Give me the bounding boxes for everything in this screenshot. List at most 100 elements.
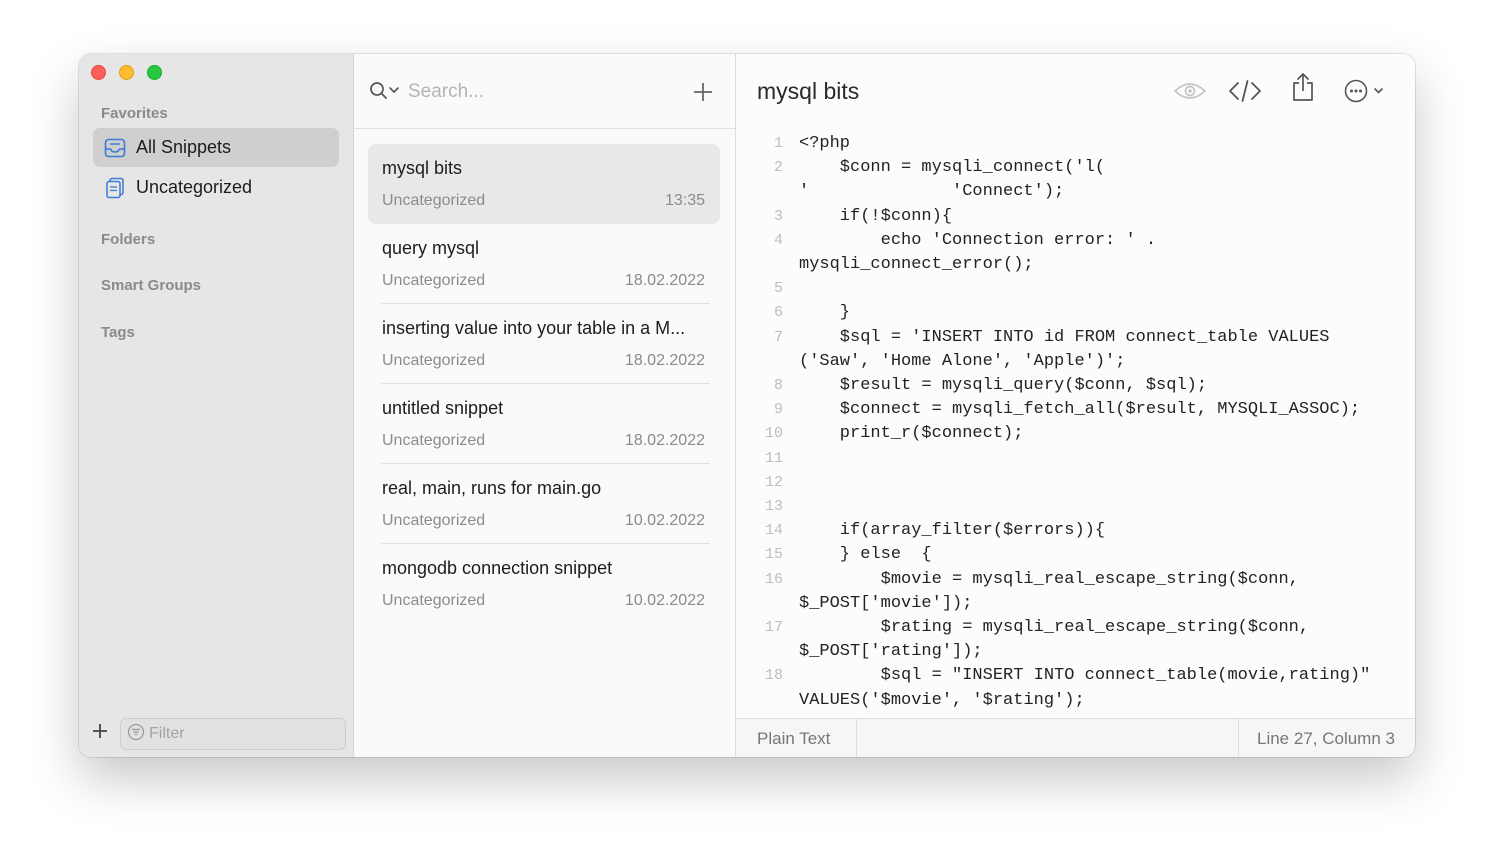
code-line: 12 <box>736 471 1415 495</box>
line-number <box>736 253 783 277</box>
smart-groups-section-label[interactable]: Smart Groups <box>101 277 201 294</box>
code-text: $sql = 'INSERT INTO id FROM connect_tabl… <box>799 327 1330 347</box>
code-text: $movie = mysqli_real_escape_string($conn… <box>799 569 1299 589</box>
line-number <box>736 689 783 710</box>
line-number: 11 <box>764 449 783 467</box>
share-button[interactable] <box>1291 73 1315 101</box>
line-number: 8 <box>773 377 783 395</box>
snippet-list-item[interactable]: real, main, runs for main.go Uncategoriz… <box>368 464 720 544</box>
code-text: $result = mysqli_query($conn, $sql); <box>799 376 1208 396</box>
snippet-date: 10.02.2022 <box>624 512 705 529</box>
snippet-title: real, main, runs for main.go <box>382 478 602 498</box>
code-line: 6 } <box>736 301 1415 325</box>
editor-pane: mysql bits 1 <?php 2 $conn = mysqli_conn… <box>736 54 1415 757</box>
code-line: 16 $movie = mysqli_real_escape_string($c… <box>736 568 1415 592</box>
code-line: 9 $connect = mysqli_fetch_all($result, M… <box>736 398 1415 422</box>
snippet-title: inserting value into your table in a M..… <box>382 318 686 338</box>
tags-section-label[interactable]: Tags <box>101 324 135 341</box>
search-input[interactable] <box>408 78 658 106</box>
code-line: VALUES('$movie', '$rating'); <box>736 689 1415 710</box>
sidebar: Favorites All Snippets Uncategorized Fol… <box>79 54 354 757</box>
code-line: ('Saw', 'Home Alone', 'Apple')'; <box>736 350 1415 374</box>
snippet-category: Uncategorized <box>382 192 486 209</box>
code-text: ('Saw', 'Home Alone', 'Apple')'; <box>799 351 1126 371</box>
maximize-window-button[interactable] <box>147 65 162 80</box>
code-line: 18 $sql = "INSERT INTO connect_table(mov… <box>736 664 1415 688</box>
snippet-list-item[interactable]: inserting value into your table in a M..… <box>368 304 720 384</box>
sidebar-item-all-snippets[interactable]: All Snippets <box>93 128 339 167</box>
snippet-title: untitled snippet <box>382 398 504 418</box>
more-actions-menu[interactable] <box>1343 78 1389 104</box>
line-number <box>736 180 783 204</box>
add-folder-button[interactable] <box>91 722 109 740</box>
snippet-category: Uncategorized <box>382 352 486 369</box>
snippet-list-item[interactable]: mysql bits Uncategorized 13:35 <box>368 144 720 224</box>
sidebar-item-label: Uncategorized <box>136 177 253 197</box>
code-line: $_POST['rating']); <box>736 640 1415 664</box>
language-selector[interactable]: Plain Text <box>736 719 857 757</box>
code-text: $conn = mysqli_connect('l( <box>799 158 1106 178</box>
code-text: $_POST['rating']); <box>799 642 983 662</box>
line-number: 17 <box>764 619 783 637</box>
sidebar-item-uncategorized[interactable]: Uncategorized <box>93 168 339 207</box>
snippet-name-field[interactable]: mysql bits <box>757 78 859 105</box>
share-icon <box>1293 73 1313 101</box>
line-number: 2 <box>773 159 783 177</box>
code-line: 17 $rating = mysqli_real_escape_string($… <box>736 616 1415 640</box>
preview-button[interactable] <box>1173 78 1207 104</box>
code-text: if(array_filter($errors)){ <box>799 521 1106 541</box>
filter-icon <box>127 723 145 746</box>
line-number <box>736 592 783 616</box>
line-number: 5 <box>773 280 783 298</box>
ellipsis-circle-icon <box>1344 79 1383 103</box>
code-text: } else { <box>799 545 932 565</box>
code-line: 14 if(array_filter($errors)){ <box>736 519 1415 543</box>
snippet-list-item[interactable]: mongodb connection snippet Uncategorized… <box>368 544 720 624</box>
code-line: ' 'Connect'); <box>736 180 1415 204</box>
code-brackets-icon <box>1229 80 1261 102</box>
line-number: 13 <box>764 498 783 516</box>
filter-input[interactable] <box>149 725 329 743</box>
line-number: 10 <box>764 425 783 443</box>
snippet-date: 18.02.2022 <box>624 352 705 369</box>
snippet-category: Uncategorized <box>382 432 486 449</box>
snippet-category: Uncategorized <box>382 512 486 529</box>
line-number: 18 <box>764 667 783 685</box>
document-icon <box>104 177 126 199</box>
add-snippet-button[interactable] <box>692 81 714 103</box>
line-number: 6 <box>773 304 783 322</box>
line-number: 1 <box>773 135 783 152</box>
code-line: $_POST['movie']); <box>736 592 1415 616</box>
minimize-window-button[interactable] <box>119 65 134 80</box>
line-number: 4 <box>773 231 783 249</box>
app-window: Favorites All Snippets Uncategorized Fol… <box>79 54 1415 757</box>
code-line: 5 <box>736 277 1415 301</box>
snippet-date: 18.02.2022 <box>624 432 705 449</box>
snippet-title: mysql bits <box>382 158 463 178</box>
snippet-title: query mysql <box>382 238 480 258</box>
code-text: echo 'Connection error: ' . <box>799 230 1157 250</box>
search-icon <box>370 82 399 99</box>
snippet-date: 13:35 <box>664 192 705 209</box>
code-text: ' 'Connect'); <box>799 182 1065 202</box>
code-text: $_POST['movie']); <box>799 593 973 613</box>
filter-field[interactable] <box>120 718 346 750</box>
folders-section-label[interactable]: Folders <box>101 231 155 248</box>
code-line: 13 <box>736 495 1415 519</box>
close-window-button[interactable] <box>91 65 106 80</box>
code-editor[interactable]: 1 <?php 2 $conn = mysqli_connect('l(' 'Con… <box>736 132 1415 710</box>
code-text: VALUES('$movie', '$rating'); <box>799 690 1085 710</box>
code-text: $rating = mysqli_real_escape_string($con… <box>799 618 1310 638</box>
list-header <box>354 54 735 129</box>
search-scope-button[interactable] <box>369 81 405 101</box>
plus-icon <box>694 83 712 101</box>
snippet-list-item[interactable]: untitled snippet Uncategorized 18.02.202… <box>368 384 720 464</box>
code-line: 4 echo 'Connection error: ' . <box>736 229 1415 253</box>
line-number: 15 <box>764 546 783 564</box>
code-view-button[interactable] <box>1228 78 1262 104</box>
tray-icon <box>104 137 126 159</box>
favorites-section-label: Favorites <box>101 105 168 122</box>
snippet-title: mongodb connection snippet <box>382 558 613 578</box>
status-bar: Plain Text Line 27, Column 3 <box>736 718 1415 757</box>
snippet-list-item[interactable]: query mysql Uncategorized 18.02.2022 <box>368 224 720 304</box>
